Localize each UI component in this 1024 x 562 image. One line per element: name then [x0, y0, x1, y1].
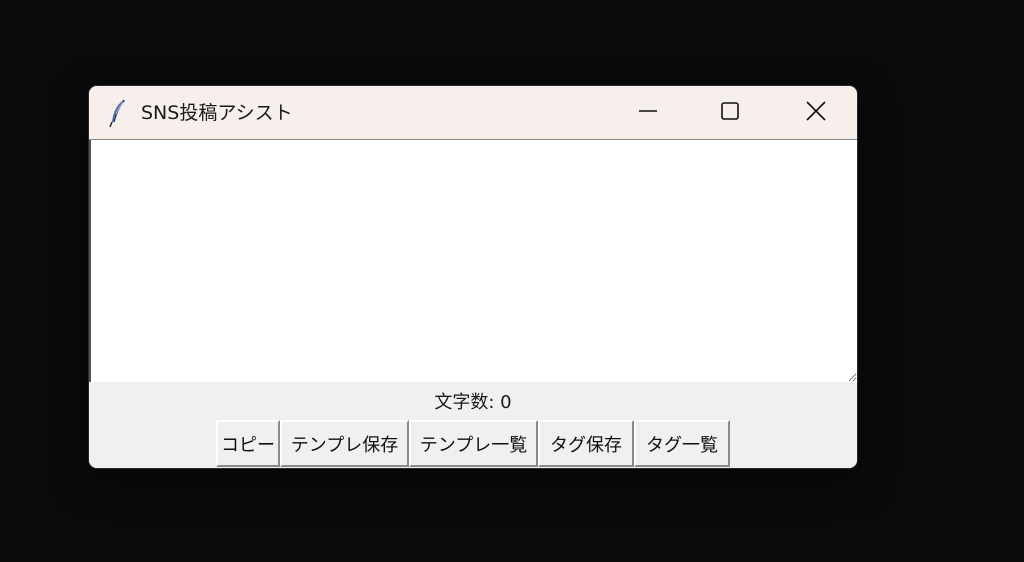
title-bar[interactable]: SNS投稿アシスト	[89, 86, 857, 140]
desktop-background: SNS投稿アシスト 文字数: 0 コピー テンプレ保存 テンプレ一覧 タグ保存 …	[0, 0, 1024, 562]
feather-icon	[107, 98, 129, 128]
app-window: SNS投稿アシスト 文字数: 0 コピー テンプレ保存 テンプレ一覧 タグ保存 …	[89, 86, 857, 468]
window-title: SNS投稿アシスト	[141, 102, 293, 124]
maximize-button[interactable]	[689, 86, 771, 139]
minimize-button[interactable]	[607, 86, 689, 139]
close-icon	[805, 100, 827, 126]
minimize-icon	[638, 101, 658, 125]
close-button[interactable]	[775, 86, 857, 139]
template-list-button[interactable]: テンプレ一覧	[409, 420, 538, 467]
save-tag-button[interactable]: タグ保存	[538, 420, 634, 467]
maximize-icon	[720, 101, 740, 125]
button-row: コピー テンプレ保存 テンプレ一覧 タグ保存 タグ一覧	[216, 420, 730, 467]
tag-list-button[interactable]: タグ一覧	[634, 420, 730, 467]
char-count-label: 文字数: 0	[434, 392, 512, 413]
bottom-panel: 文字数: 0 コピー テンプレ保存 テンプレ一覧 タグ保存 タグ一覧	[89, 382, 857, 468]
save-template-button[interactable]: テンプレ保存	[280, 420, 409, 467]
post-text-area[interactable]	[89, 140, 857, 382]
copy-button[interactable]: コピー	[216, 420, 280, 467]
